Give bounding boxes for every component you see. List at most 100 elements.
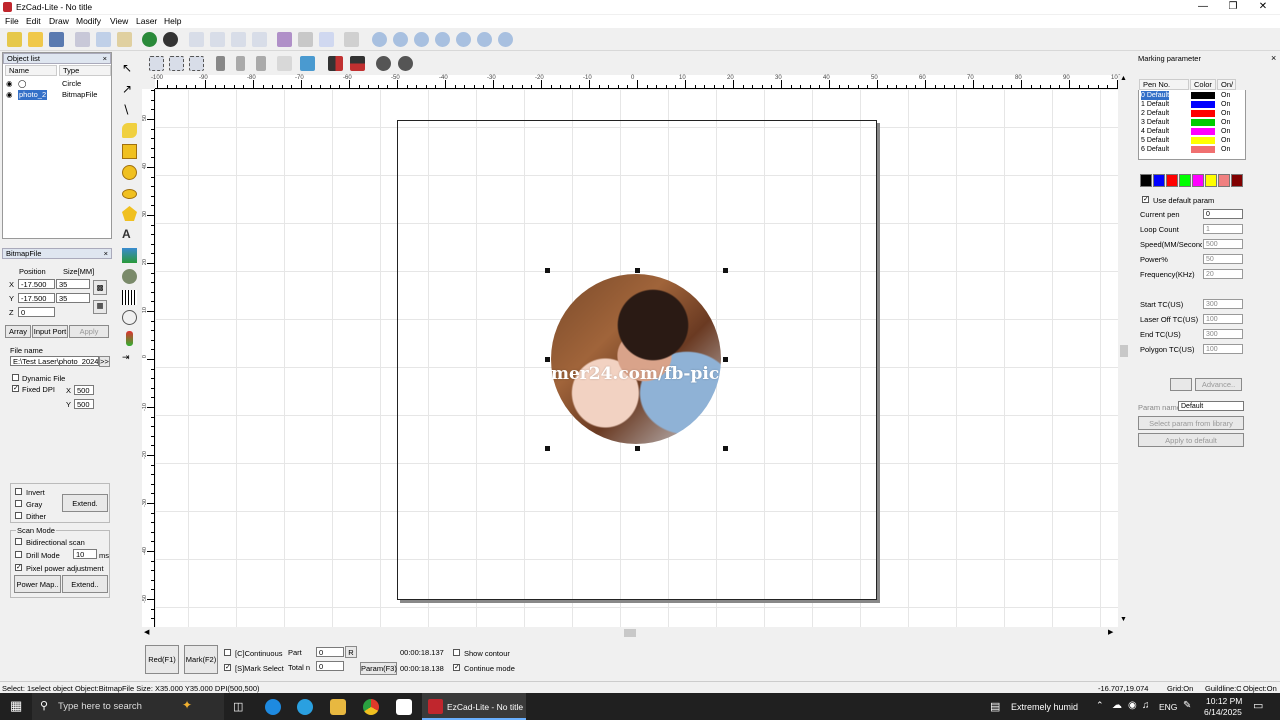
object-name[interactable]: photo_2 <box>18 90 48 100</box>
part-field[interactable]: 0 <box>316 647 344 657</box>
zoom-all-icon[interactable] <box>456 32 471 47</box>
pen-on-status[interactable]: On <box>1221 127 1230 136</box>
power-field[interactable]: 50 <box>1203 254 1243 264</box>
pen-row[interactable]: 2 Default On <box>1139 109 1247 118</box>
use-default-checkbox[interactable]: ✓ <box>1142 196 1149 203</box>
browse-button[interactable]: >> <box>99 356 110 367</box>
polygon-tc-field[interactable]: 100 <box>1203 344 1243 354</box>
ungroup-icon[interactable] <box>169 56 184 71</box>
selection-handle[interactable] <box>635 268 640 273</box>
apply-to-default-button[interactable]: Apply to default <box>1138 433 1244 447</box>
palette-color[interactable] <box>1153 174 1165 187</box>
y-position-field[interactable]: -17.500 <box>18 293 55 303</box>
network-icon[interactable]: ☁ <box>1112 700 1122 711</box>
dpi-x-field[interactable]: 500 <box>74 385 94 395</box>
zoom-out-icon[interactable] <box>435 32 450 47</box>
new-file-icon[interactable] <box>7 32 22 47</box>
chrome-icon[interactable] <box>363 699 379 715</box>
task-view-icon[interactable]: ◫ <box>233 700 243 713</box>
sort-icon[interactable] <box>300 56 315 71</box>
apply-button[interactable]: Apply <box>69 325 109 338</box>
close-icon[interactable]: × <box>1271 53 1276 63</box>
selection-handle[interactable] <box>545 268 550 273</box>
pen-row[interactable]: 3 Default On <box>1139 118 1247 127</box>
column-type[interactable]: Type <box>59 65 111 76</box>
node-edit-icon[interactable]: ↗ <box>122 82 137 97</box>
palette-color[interactable] <box>1179 174 1191 187</box>
capcut-icon[interactable] <box>396 699 412 715</box>
laser-off-tc-field[interactable]: 100 <box>1203 314 1243 324</box>
close-icon[interactable]: × <box>104 249 108 259</box>
palette-color[interactable] <box>1140 174 1152 187</box>
x-position-field[interactable]: -17.500 <box>18 279 55 289</box>
continuous-checkbox[interactable] <box>224 649 231 656</box>
param-name-field[interactable]: Default <box>1178 401 1244 411</box>
menu-file[interactable]: File <box>5 16 19 26</box>
minimize-button[interactable]: — <box>1192 0 1214 14</box>
hatch-icon[interactable] <box>277 32 292 47</box>
menu-draw[interactable]: Draw <box>49 16 69 26</box>
copy-icon[interactable] <box>96 32 111 47</box>
pen-row[interactable]: 5 Default On <box>1139 136 1247 145</box>
palette-color[interactable] <box>1192 174 1204 187</box>
save-icon[interactable] <box>49 32 64 47</box>
curve-icon[interactable] <box>122 123 137 138</box>
vector-file-icon[interactable] <box>122 269 137 284</box>
column-on-off[interactable]: On/ <box>1217 79 1236 90</box>
mirror-horizontal-icon[interactable] <box>328 56 343 71</box>
delay-icon[interactable]: ⇥ <box>122 352 137 367</box>
rectangle-icon[interactable] <box>122 144 137 159</box>
pen-icon[interactable]: ✎ <box>1183 700 1191 711</box>
edge-icon[interactable] <box>265 699 281 715</box>
scroll-thumb[interactable] <box>1120 345 1128 357</box>
paste-icon[interactable] <box>117 32 132 47</box>
pen-color-swatch[interactable] <box>1191 146 1215 153</box>
pen-color-swatch[interactable] <box>1191 110 1215 117</box>
selection-handle[interactable] <box>723 357 728 362</box>
current-pen-field[interactable]: 0 <box>1203 209 1243 219</box>
frequency-field[interactable]: 20 <box>1203 269 1243 279</box>
power-map-button[interactable]: Power Map.. <box>14 575 61 593</box>
select-arrow-icon[interactable]: ↖ <box>122 61 137 76</box>
selection-handle[interactable] <box>545 446 550 451</box>
cut-icon[interactable] <box>75 32 90 47</box>
weather-text[interactable]: Extremely humid <box>1011 702 1078 712</box>
advance-button[interactable]: Advance.. <box>1195 378 1242 391</box>
z-position-field[interactable]: 0 <box>18 307 55 317</box>
circle-tool-icon[interactable] <box>122 165 137 180</box>
list-icon[interactable] <box>319 32 334 47</box>
menu-edit[interactable]: Edit <box>26 16 41 26</box>
array-button[interactable]: Array <box>5 325 31 338</box>
pen-color-swatch[interactable] <box>1191 119 1215 126</box>
notification-icon[interactable]: ▭ <box>1253 699 1263 712</box>
close-button[interactable]: ✕ <box>1252 0 1274 14</box>
show-contour-checkbox[interactable] <box>453 649 460 656</box>
volume-icon[interactable]: ♫ <box>1142 700 1150 711</box>
unlock-icon[interactable] <box>236 56 245 71</box>
selection-handle[interactable] <box>545 357 550 362</box>
taskbar-app-ezcad[interactable]: EzCad-Lite - No title <box>422 693 526 720</box>
bitmap-photo-object[interactable] <box>551 274 721 444</box>
zoom-selected-icon[interactable] <box>477 32 492 47</box>
pen-color-swatch[interactable] <box>1191 128 1215 135</box>
pen-color-swatch[interactable] <box>1191 92 1215 99</box>
lock-ratio-button[interactable]: ▩ <box>93 280 107 295</box>
input-port-button[interactable]: Input Port <box>32 325 68 338</box>
palette-color[interactable] <box>1205 174 1217 187</box>
pen-on-status[interactable]: On <box>1221 145 1230 154</box>
anchor-grid-button[interactable]: ▦ <box>93 300 107 314</box>
invert-checkbox[interactable] <box>15 488 22 495</box>
end-tc-field[interactable]: 300 <box>1203 329 1243 339</box>
chevron-up-icon[interactable]: ⌃ <box>1096 700 1104 711</box>
pen-row[interactable]: 6 Default On <box>1139 145 1247 154</box>
total-field[interactable]: 0 <box>316 661 344 671</box>
taskbar-search-box[interactable]: ⚲ Type here to search ✦ <box>32 693 224 720</box>
select-all-icon[interactable] <box>189 32 204 47</box>
clock-icon[interactable] <box>122 310 137 325</box>
menu-help[interactable]: Help <box>164 16 181 26</box>
pen-row[interactable]: 0 Default On <box>1139 91 1247 100</box>
io-port-icon[interactable] <box>126 331 133 346</box>
settings-icon[interactable] <box>344 32 359 47</box>
mark-select-checkbox[interactable]: ✓ <box>224 664 231 671</box>
open-folder-icon[interactable] <box>28 32 43 47</box>
